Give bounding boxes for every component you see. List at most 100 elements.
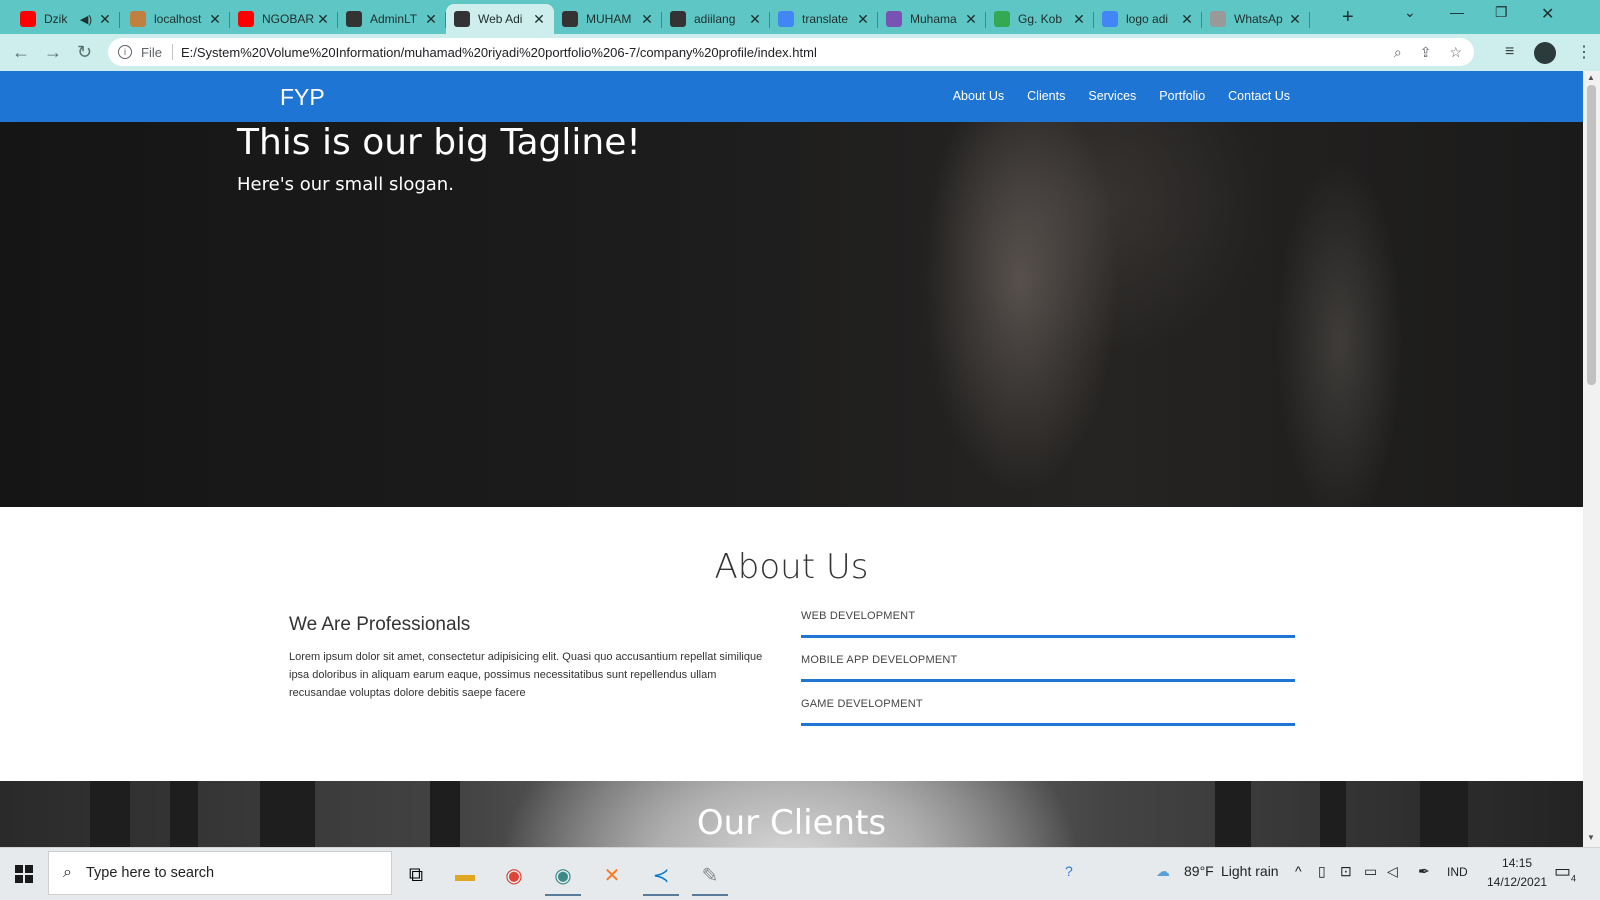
forward-icon[interactable]: → (44, 42, 62, 63)
site-navbar: FYP About Us Clients Services Portfolio … (0, 71, 1583, 122)
tab-audio-icon[interactable]: ◀) (80, 13, 92, 26)
chrome-profile-icon[interactable]: ◉ (541, 854, 585, 896)
browser-tab[interactable]: Dzik ◀) ✕ (12, 4, 120, 34)
nav-link-portfolio[interactable]: Portfolio (1159, 89, 1205, 103)
chrome-icon[interactable]: ◉ (492, 854, 536, 896)
site-info-icon[interactable]: i (118, 45, 132, 59)
tab-close-icon[interactable]: ✕ (532, 11, 546, 28)
tab-close-icon[interactable]: ✕ (424, 11, 438, 28)
browser-tab[interactable]: Muhama ✕ (878, 4, 986, 34)
youtube-icon (238, 11, 254, 27)
tab-close-icon[interactable]: ✕ (316, 11, 330, 28)
browser-tab[interactable]: adiilang ✕ (662, 4, 770, 34)
clock-time: 14:15 (1502, 856, 1533, 870)
weather-description[interactable]: Light rain (1221, 863, 1279, 879)
new-tab-button[interactable]: + (1342, 6, 1354, 29)
file-explorer-icon[interactable]: ▬ (443, 854, 487, 896)
weather-icon[interactable]: ☁ (1156, 863, 1170, 880)
tab-title: WhatsAp (1234, 12, 1283, 26)
xampp-icon (130, 11, 146, 27)
windows-taskbar: ⌕ Type here to search ⧉ ▬ ◉ ◉ ✕ ≺ ✎ ? ☁ … (0, 847, 1600, 900)
nav-link-contact[interactable]: Contact Us (1228, 89, 1290, 103)
hero-tagline: This is our big Tagline! (237, 122, 641, 163)
skill-progress-bar (801, 679, 1295, 682)
display-icon[interactable]: ▭ (1364, 863, 1377, 880)
browser-tab[interactable]: AdminLT ✕ (338, 4, 446, 34)
page-scrollbar[interactable]: ▲ ▼ (1583, 71, 1600, 847)
search-icon: ⌕ (63, 864, 72, 881)
notification-count: 4 (1571, 873, 1577, 884)
browser-tab[interactable]: NGOBAR ✕ (230, 4, 338, 34)
share-icon[interactable]: ⇪ (1420, 44, 1432, 61)
back-icon[interactable]: ← (12, 42, 30, 63)
device-icon[interactable]: ▯ (1318, 863, 1326, 880)
nav-link-clients[interactable]: Clients (1027, 89, 1065, 103)
pen-icon[interactable]: ✒ (1418, 863, 1430, 880)
volume-icon[interactable]: ◁ (1387, 863, 1398, 880)
skill-game-development: GAME DEVELOPMENT (801, 698, 1295, 726)
tab-close-icon[interactable]: ✕ (98, 11, 112, 28)
scroll-down-icon[interactable]: ▼ (1587, 833, 1595, 842)
about-paragraph: Lorem ipsum dolor sit amet, consectetur … (289, 651, 763, 699)
paint-icon[interactable]: ✎ (688, 854, 732, 896)
profile-avatar[interactable] (1534, 42, 1556, 64)
tab-close-icon[interactable]: ✕ (856, 11, 870, 28)
media-control-icon[interactable]: ≡ (1505, 43, 1514, 61)
xampp-icon[interactable]: ✕ (590, 854, 634, 896)
browser-tab[interactable]: WhatsAp ✕ (1202, 4, 1310, 34)
youtube-icon (20, 11, 36, 27)
tab-title: localhost (154, 12, 202, 26)
tray-overflow-icon[interactable]: ^ (1295, 863, 1302, 879)
tab-close-icon[interactable]: ✕ (748, 11, 762, 28)
task-view-icon[interactable]: ⧉ (394, 854, 438, 896)
weather-temp[interactable]: 89°F (1184, 863, 1214, 879)
skill-progress-bar (801, 723, 1295, 726)
browser-tab[interactable]: translate ✕ (770, 4, 878, 34)
globe-icon (670, 11, 686, 27)
tab-title: Dzik (44, 12, 68, 26)
skill-progress-bar (801, 635, 1295, 638)
reload-icon[interactable]: ↻ (77, 42, 92, 63)
vscode-icon[interactable]: ≺ (639, 854, 683, 896)
minimize-button[interactable]: — (1450, 4, 1464, 20)
browser-tab[interactable]: logo adi ✕ (1094, 4, 1202, 34)
site-nav-links: About Us Clients Services Portfolio Cont… (953, 89, 1290, 103)
nav-link-about[interactable]: About Us (953, 89, 1004, 103)
system-clock[interactable]: 14:15 14/12/2021 (1487, 854, 1547, 892)
browser-tab[interactable]: Web Adi ✕ (446, 4, 554, 34)
tab-close-icon[interactable]: ✕ (208, 11, 222, 28)
notification-center-icon[interactable]: ▭4 (1554, 861, 1576, 884)
taskbar-search-box[interactable]: ⌕ Type here to search (48, 851, 392, 895)
zoom-icon[interactable]: ⌕ (1394, 44, 1402, 61)
tab-close-icon[interactable]: ✕ (1072, 11, 1086, 28)
scroll-up-icon[interactable]: ▲ (1587, 73, 1595, 82)
browser-tab[interactable]: localhost ✕ (122, 4, 230, 34)
skill-mobile-app-development: MOBILE APP DEVELOPMENT (801, 654, 1295, 682)
network-icon[interactable]: ⊡ (1340, 863, 1352, 880)
address-bar[interactable]: i File E:/System%20Volume%20Information/… (108, 38, 1474, 66)
tab-close-icon[interactable]: ✕ (640, 11, 654, 28)
url-text[interactable]: E:/System%20Volume%20Information/muhamad… (181, 45, 817, 60)
tab-title: AdminLT (370, 12, 418, 26)
about-subtitle: We Are Professionals (289, 614, 471, 635)
language-indicator[interactable]: IND (1447, 865, 1468, 879)
scrollbar-thumb[interactable] (1587, 85, 1596, 385)
tab-close-icon[interactable]: ✕ (964, 11, 978, 28)
chrome-menu-icon[interactable]: ⋮ (1576, 42, 1592, 62)
skill-label: MOBILE APP DEVELOPMENT (801, 654, 958, 666)
bookmark-star-icon[interactable]: ☆ (1449, 44, 1462, 61)
site-brand[interactable]: FYP (280, 84, 325, 111)
browser-tab[interactable]: MUHAM ✕ (554, 4, 662, 34)
tab-close-icon[interactable]: ✕ (1180, 11, 1194, 28)
help-icon[interactable]: ? (1065, 863, 1073, 879)
tab-close-icon[interactable]: ✕ (1288, 11, 1302, 28)
nav-link-services[interactable]: Services (1088, 89, 1136, 103)
windows-start-icon[interactable] (15, 865, 33, 883)
bootstrap-icon (886, 11, 902, 27)
browser-tab[interactable]: Gg. Kob ✕ (986, 4, 1094, 34)
skill-web-development: WEB DEVELOPMENT (801, 610, 1295, 638)
tab-search-icon[interactable]: ⌄ (1404, 4, 1416, 21)
page-viewport: FYP About Us Clients Services Portfolio … (0, 71, 1583, 847)
restore-button[interactable]: ❐ (1495, 4, 1508, 21)
close-window-button[interactable]: ✕ (1541, 4, 1554, 24)
